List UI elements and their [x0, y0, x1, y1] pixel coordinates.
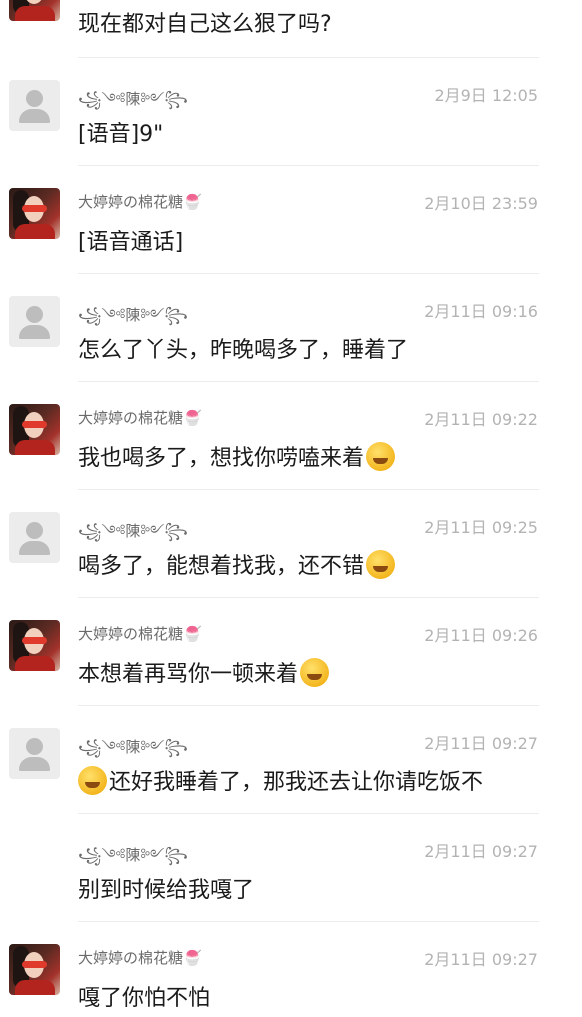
message-text: 喝多了，能想着找我，还不错 [78, 548, 396, 580]
avatar[interactable] [9, 296, 60, 347]
divider [78, 597, 539, 598]
message-time: 2月11日 09:25 [424, 518, 538, 537]
avatar[interactable] [9, 404, 60, 455]
divider [78, 489, 539, 490]
message-text: [语音]9" [78, 122, 164, 147]
message-text: [语音通话] [78, 230, 184, 255]
message-text-content: 本想着再骂你一顿来着 [78, 662, 299, 687]
divider [78, 57, 539, 58]
sender-name[interactable]: 大婷婷の棉花糖🍧 [78, 191, 202, 212]
sender-name[interactable]: 大婷婷の棉花糖🍧 [78, 947, 202, 968]
message-text: 现在都对自己这么狠了吗? [78, 12, 332, 37]
message-text: 别到时候给我嘎了 [78, 878, 255, 903]
divider [78, 381, 539, 382]
avatar[interactable] [9, 944, 60, 995]
message-text: 怎么了丫头，昨晚喝多了，睡着了 [78, 338, 409, 363]
avatar[interactable] [9, 728, 60, 779]
message-time: 2月11日 09:27 [424, 950, 538, 969]
avatar[interactable] [9, 188, 60, 239]
laughing-tears-emoji-icon [78, 766, 107, 795]
message-text: 还好我睡着了，那我还去让你请吃饭不 [78, 764, 483, 796]
message-time: 2月10日 23:59 [424, 194, 538, 213]
sender-name[interactable]: 大婷婷の棉花糖🍧 [78, 623, 202, 644]
message-text: 本想着再骂你一顿来着 [78, 656, 330, 688]
message-time: 2月11日 09:16 [424, 302, 538, 321]
avatar[interactable] [9, 80, 60, 131]
message-time: 2月11日 09:27 [424, 842, 538, 861]
message-text-content: 还好我睡着了，那我还去让你请吃饭不 [109, 770, 484, 795]
divider [78, 813, 539, 814]
divider [78, 705, 539, 706]
laughing-tears-emoji-icon [366, 442, 396, 471]
divider [78, 273, 539, 274]
divider [78, 921, 539, 922]
message-text: 嘎了你怕不怕 [78, 986, 211, 1011]
message-time: 2月11日 09:22 [424, 410, 538, 429]
message-time: 2月11日 09:27 [424, 734, 538, 753]
message-text: 我也喝多了，想找你唠嗑来着 [78, 440, 396, 472]
message-text-content: 喝多了，能想着找我，还不错 [78, 554, 365, 579]
sender-name[interactable]: 大婷婷の棉花糖🍧 [78, 407, 202, 428]
divider [78, 165, 539, 166]
squint-laugh-emoji-icon [300, 658, 330, 687]
avatar[interactable] [9, 0, 60, 21]
grin-emoji-icon [366, 550, 396, 579]
avatar[interactable] [9, 620, 60, 671]
message-time: 2月11日 09:26 [424, 626, 538, 645]
message-time: 2月9日 12:05 [434, 86, 538, 105]
message-text-content: 我也喝多了，想找你唠嗑来着 [78, 446, 365, 471]
avatar[interactable] [9, 512, 60, 563]
